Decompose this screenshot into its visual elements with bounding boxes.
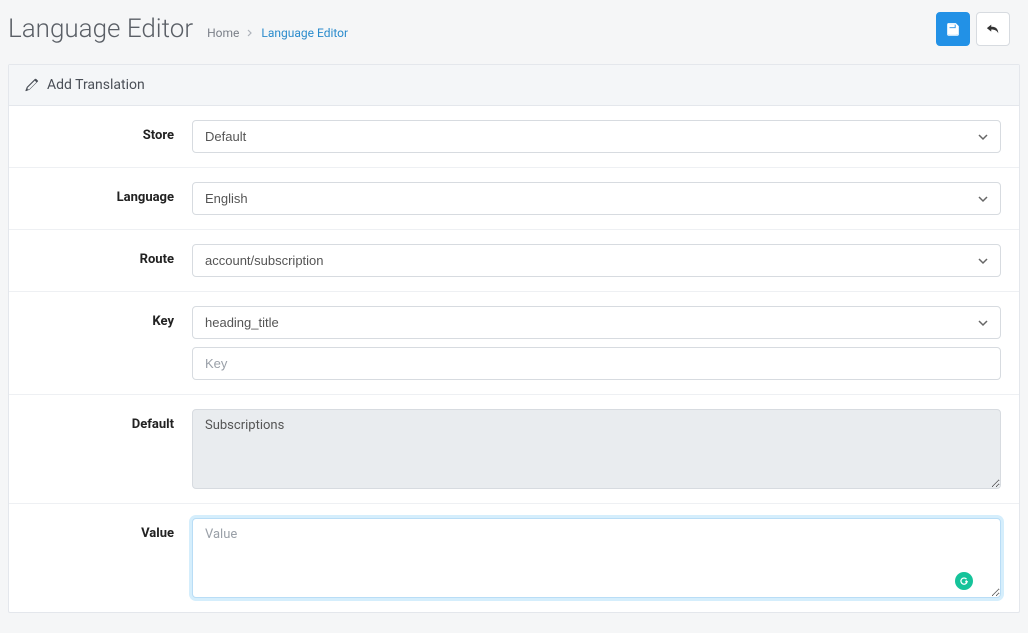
key-select[interactable]: heading_title (192, 306, 1001, 339)
value-textarea[interactable] (192, 518, 1001, 598)
header-actions (936, 12, 1010, 46)
reply-icon (986, 22, 1000, 36)
form-row-language: Language English (9, 168, 1019, 230)
page-header: Language Editor Home Language Editor (0, 0, 1028, 64)
form-row-key: Key heading_title (9, 292, 1019, 395)
breadcrumb-separator (247, 29, 253, 37)
language-select[interactable]: English (192, 182, 1001, 215)
breadcrumb-home[interactable]: Home (207, 26, 239, 40)
route-label: Route (27, 244, 192, 267)
form-row-route: Route account/subscription (9, 230, 1019, 292)
panel-body: Store Default Language English (9, 106, 1019, 612)
language-label: Language (27, 182, 192, 205)
pencil-icon (25, 78, 39, 92)
form-row-value: Value (9, 504, 1019, 612)
breadcrumb: Home Language Editor (207, 26, 348, 40)
header-left: Language Editor Home Language Editor (8, 14, 348, 44)
form-row-default: Default (9, 395, 1019, 504)
store-label: Store (27, 120, 192, 143)
key-label: Key (27, 306, 192, 329)
back-button[interactable] (976, 12, 1010, 46)
store-select[interactable]: Default (192, 120, 1001, 153)
value-label: Value (27, 518, 192, 541)
default-textarea (192, 409, 1001, 489)
breadcrumb-current: Language Editor (261, 26, 348, 40)
panel: Add Translation Store Default Language (8, 64, 1020, 613)
grammarly-icon (955, 572, 973, 590)
panel-title: Add Translation (47, 77, 145, 93)
page-title: Language Editor (8, 14, 193, 44)
panel-header: Add Translation (9, 65, 1019, 106)
default-label: Default (27, 409, 192, 432)
save-button[interactable] (936, 12, 970, 46)
form-row-store: Store Default (9, 106, 1019, 168)
save-icon (946, 22, 960, 36)
route-select[interactable]: account/subscription (192, 244, 1001, 277)
key-input[interactable] (192, 347, 1001, 380)
